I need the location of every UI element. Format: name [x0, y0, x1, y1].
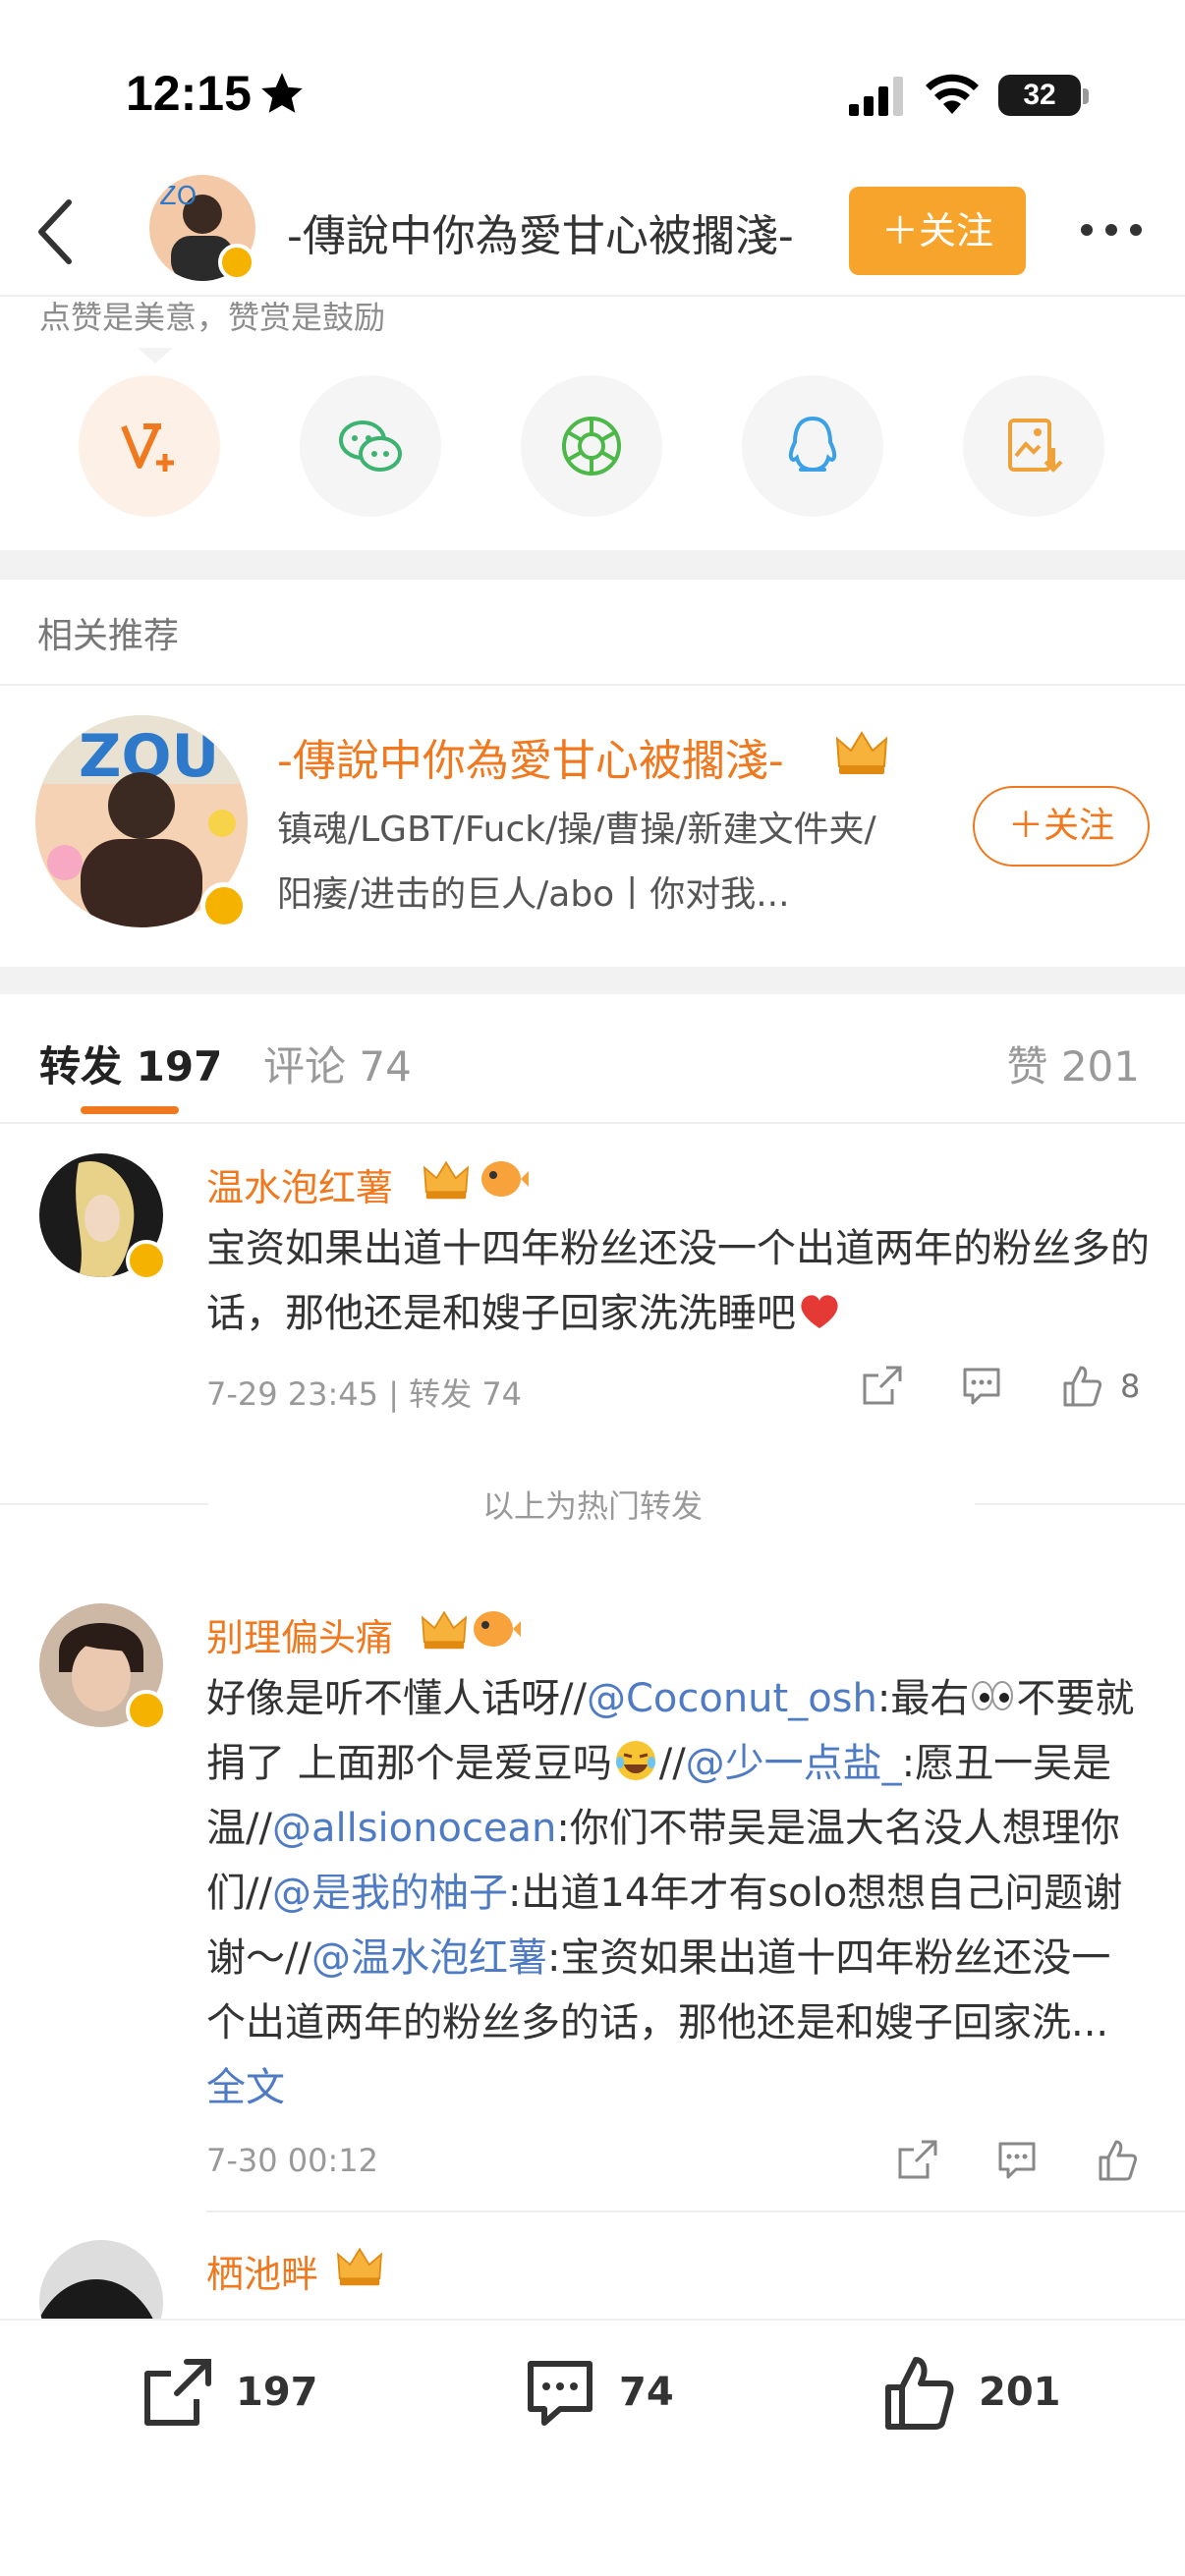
share-moments-button[interactable] [521, 375, 662, 517]
repost-user-name[interactable]: 温水泡红薯 [206, 1157, 393, 1211]
status-time: 12:15 [126, 66, 252, 121]
repost-text: 好像是听不懂人话呀//@Coconut_osh:最右 不要就捐了 上面那个是爱豆吗… [206, 1666, 1150, 2120]
share-wechat-button[interactable] [300, 375, 441, 517]
section-divider [0, 967, 1185, 994]
repost-icon[interactable] [894, 2138, 939, 2183]
verified-badge-icon [218, 244, 255, 281]
verified-badge-icon [126, 1240, 167, 1281]
follow-button[interactable]: ＋关注 [849, 187, 1026, 275]
save-image-icon [1008, 419, 1063, 473]
bottom-action-bar: 197 74 201 [0, 2319, 1185, 2576]
weibo-v-plus-icon [121, 423, 174, 472]
save-image-button[interactable] [963, 375, 1104, 517]
crown-badge-icon [336, 2247, 383, 2286]
share-weibo-button[interactable] [79, 375, 220, 517]
related-heading: 相关推荐 [37, 616, 180, 656]
tab-like[interactable]: 赞 201 [1006, 1034, 1140, 1093]
comment-count[interactable]: 74 [619, 2370, 674, 2415]
comment-icon[interactable] [521, 2354, 599, 2433]
like-count[interactable]: 201 [979, 2370, 1061, 2415]
star-icon [261, 73, 303, 113]
cellular-signal-icon [849, 77, 903, 116]
moments-aperture-icon [562, 417, 621, 476]
svg-text:ZO: ZO [159, 182, 197, 211]
wifi-icon [926, 74, 979, 114]
pufferfish-badge-icon [481, 1161, 529, 1197]
related-user-name[interactable]: -傳說中你為愛甘心被擱淺- [277, 725, 784, 788]
mention-link[interactable]: @allsionocean [272, 1806, 556, 1851]
share-qq-button[interactable] [742, 375, 883, 517]
section-divider [0, 550, 1185, 580]
repost-meta: 7-30 00:12 [206, 2142, 379, 2179]
more-options-icon[interactable] [1077, 210, 1146, 250]
like-count: 8 [1120, 1368, 1141, 1405]
hot-reposts-label: 以上为热门转发 [481, 1487, 703, 1525]
tab-repost[interactable]: 转发 197 [39, 1034, 222, 1093]
status-bar: 12:15 32 [0, 0, 1185, 167]
repost-text: 宝资如果出道十四年粉丝还没一个出道两年的粉丝多的话，那他还是和嫂子回家洗洗睡吧 [206, 1226, 1150, 1336]
mention-link[interactable]: @温水泡红薯 [311, 1935, 547, 1981]
repost-user-name[interactable]: 别理偏头痛 [206, 1607, 393, 1661]
mention-link[interactable]: @是我的柚子 [272, 1871, 508, 1916]
crown-badge-icon [835, 731, 888, 774]
repost-icon[interactable] [859, 1364, 904, 1409]
red-heart-icon [801, 1295, 838, 1328]
repost-meta: 7-29 23:45 | 转发 74 [206, 1375, 523, 1413]
battery-icon: 32 [998, 75, 1081, 116]
related-description: 镇魂/LGBT/Fuck/操/曹操/新建文件夹/阳痿/进击的巨人/abo丨你对我… [277, 810, 876, 915]
like-icon[interactable] [1095, 2138, 1140, 2183]
comment-icon[interactable] [959, 1364, 1004, 1409]
related-divider [0, 684, 1185, 686]
mention-link[interactable]: @少一点盐_ [686, 1741, 902, 1786]
full-text-link[interactable]: 全文 [206, 2065, 285, 2110]
back-arrow-icon[interactable] [29, 195, 85, 269]
repost-user-name[interactable]: 栖池畔 [206, 2244, 318, 2298]
related-follow-button[interactable]: ＋关注 [973, 786, 1150, 867]
tab-comment[interactable]: 评论 74 [263, 1034, 412, 1093]
crown-badge-icon [423, 1160, 470, 1200]
like-icon[interactable] [1059, 1364, 1104, 1409]
mention-link[interactable]: @Coconut_osh [587, 1676, 877, 1721]
item-divider [206, 2211, 1185, 2212]
page-title: -傳說中你為愛甘心被擱淺- [287, 211, 794, 261]
laughing-tears-emoji-icon [615, 1741, 655, 1780]
tabs-divider [0, 1122, 1185, 1124]
wechat-icon [339, 420, 402, 472]
pufferfish-badge-icon [474, 1611, 521, 1647]
hint-caret [138, 348, 173, 364]
comment-icon[interactable] [994, 2138, 1040, 2183]
crown-badge-icon [421, 1610, 468, 1650]
eyes-emoji-icon [972, 1681, 1014, 1710]
like-icon[interactable] [880, 2354, 959, 2433]
battery-cap [1083, 88, 1089, 104]
active-tab-indicator [81, 1106, 179, 1114]
nav-bar: ZO -傳說中你為愛甘心被擱淺- ＋关注 [0, 167, 1185, 297]
verified-badge-icon [126, 1690, 167, 1731]
repost-icon[interactable] [138, 2354, 216, 2433]
repost-count[interactable]: 197 [236, 2370, 318, 2415]
verified-badge-icon [200, 882, 248, 929]
qq-penguin-icon [788, 416, 837, 473]
share-hint: 点赞是美意，赞赏是鼓励 [39, 299, 386, 336]
